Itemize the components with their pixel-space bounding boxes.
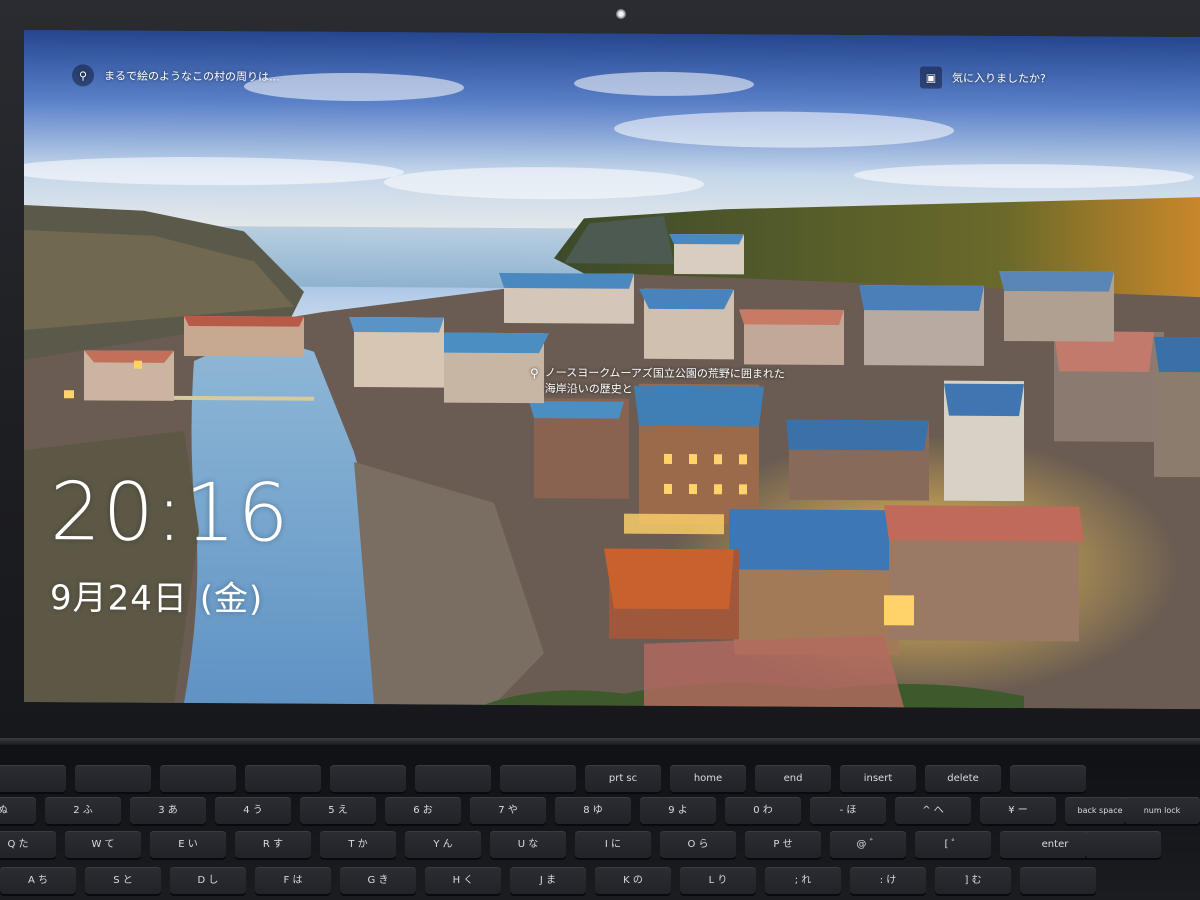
- keyboard-key[interactable]: 1 ぬ: [0, 797, 36, 824]
- keyboard-key[interactable]: R す: [235, 831, 311, 858]
- keyboard-key[interactable]: S と: [85, 867, 161, 894]
- keyboard-key[interactable]: [75, 765, 151, 792]
- keyboard-key[interactable]: : け: [850, 867, 926, 894]
- keyboard-key[interactable]: 6 お: [385, 797, 461, 824]
- keyboard-key[interactable]: end: [755, 765, 831, 792]
- keyboard-key[interactable]: J ま: [510, 867, 586, 894]
- keyboard: prt sc homeend insert delete 1 ぬ 2 ふ 3 あ 4 う 5 え…: [0, 745, 1200, 900]
- keyboard-key[interactable]: U な: [490, 831, 566, 858]
- keyboard-key[interactable]: home: [670, 765, 746, 792]
- keyboard-key[interactable]: Q た: [0, 831, 56, 858]
- keyboard-key[interactable]: ¥ ー: [980, 797, 1056, 824]
- keyboard-key[interactable]: L り: [680, 867, 756, 894]
- keyboard-key[interactable]: K の: [595, 867, 671, 894]
- keyboard-key[interactable]: 0 わ: [725, 797, 801, 824]
- keyboard-key[interactable]: prt sc: [585, 765, 661, 792]
- keyboard-key[interactable]: - ほ: [810, 797, 886, 824]
- keyboard-key[interactable]: 7 や: [470, 797, 546, 824]
- keyboard-key[interactable]: delete: [925, 765, 1001, 792]
- keyboard-key[interactable]: ^ へ: [895, 797, 971, 824]
- keyboard-key[interactable]: ; れ: [765, 867, 841, 894]
- keyboard-key[interactable]: [ ゜: [915, 831, 991, 858]
- keyboard-key[interactable]: D し: [170, 867, 246, 894]
- keyboard-key[interactable]: [245, 765, 321, 792]
- like-hint[interactable]: ▣ 気に入りましたか?: [920, 66, 1046, 89]
- keyboard-key[interactable]: num lock: [1124, 797, 1200, 824]
- keyboard-key[interactable]: E い: [150, 831, 226, 858]
- keyboard-deck: prt sc homeend insert delete 1 ぬ 2 ふ 3 あ 4 う 5 え…: [0, 745, 1200, 900]
- keyboard-key[interactable]: [500, 765, 576, 792]
- keyboard-key[interactable]: [1020, 867, 1096, 894]
- keyboard-key[interactable]: I に: [575, 831, 651, 858]
- webcam: [616, 9, 626, 19]
- keyboard-key[interactable]: P せ: [745, 831, 821, 858]
- keyboard-key[interactable]: A ち: [0, 867, 76, 894]
- keyboard-key[interactable]: [330, 765, 406, 792]
- search-hint[interactable]: ⚲ まるで絵のようなこの村の周りは…: [72, 64, 280, 87]
- keyboard-key[interactable]: 4 う: [215, 797, 291, 824]
- keyboard-key[interactable]: insert: [840, 765, 916, 792]
- keyboard-key[interactable]: [415, 765, 491, 792]
- keyboard-key[interactable]: O ら: [660, 831, 736, 858]
- location-pin-icon: ⚲: [530, 366, 539, 381]
- keyboard-key[interactable]: ] む: [935, 867, 1011, 894]
- keyboard-key[interactable]: [160, 765, 236, 792]
- keyboard-key[interactable]: T か: [320, 831, 396, 858]
- photo-caption[interactable]: ⚲ ノースヨークムーアズ国立公園の荒野に囲まれた海岸沿いの歴史と: [530, 365, 790, 399]
- like-hint-text: 気に入りましたか?: [952, 71, 1046, 86]
- lock-screen[interactable]: ⚲ まるで絵のようなこの村の周りは… ▣ 気に入りましたか? ⚲ ノースヨークム…: [24, 30, 1200, 710]
- keyboard-key[interactable]: @ ゛: [830, 831, 906, 858]
- keyboard-key[interactable]: G き: [340, 867, 416, 894]
- camera-icon: ▣: [920, 66, 942, 89]
- keyboard-key[interactable]: F は: [255, 867, 331, 894]
- keyboard-key[interactable]: W て: [65, 831, 141, 858]
- keyboard-key[interactable]: Y ん: [405, 831, 481, 858]
- keyboard-key[interactable]: [1085, 831, 1161, 858]
- keyboard-key[interactable]: 3 あ: [130, 797, 206, 824]
- search-icon: ⚲: [72, 64, 94, 87]
- keyboard-key[interactable]: H く: [425, 867, 501, 894]
- search-hint-text: まるで絵のようなこの村の周りは…: [104, 69, 280, 84]
- keyboard-key[interactable]: [1010, 765, 1086, 792]
- keyboard-key[interactable]: 9 よ: [640, 797, 716, 824]
- keyboard-key[interactable]: [0, 765, 66, 792]
- keyboard-key[interactable]: 8 ゆ: [555, 797, 631, 824]
- lock-date: 9月24日 (金): [50, 578, 264, 620]
- keyboard-key[interactable]: 5 え: [300, 797, 376, 824]
- photo-caption-text: ノースヨークムーアズ国立公園の荒野に囲まれた海岸沿いの歴史と: [544, 366, 785, 396]
- lock-clock: 20:16: [50, 465, 291, 560]
- keyboard-key[interactable]: 2 ふ: [45, 797, 121, 824]
